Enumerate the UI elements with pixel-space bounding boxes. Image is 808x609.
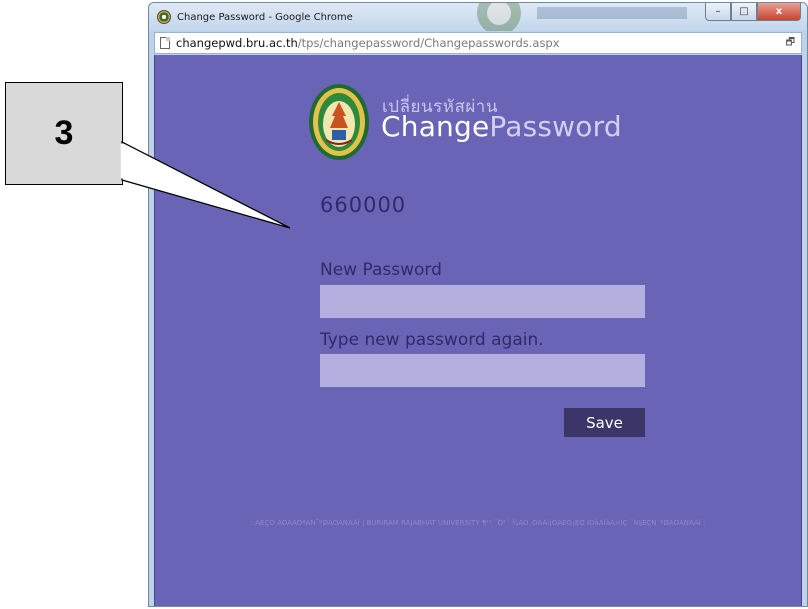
background-banner-decor xyxy=(477,3,687,31)
confirm-password-label: Type new password again. xyxy=(320,330,544,350)
url-host: changepwd.bru.ac.th xyxy=(176,36,298,50)
url-text[interactable]: changepwd.bru.ac.th/tps/changepassword/C… xyxy=(176,36,560,50)
window-controls: – □ x xyxy=(705,3,801,23)
close-button[interactable]: x xyxy=(757,3,801,21)
callout-number: 3 xyxy=(54,114,74,152)
callout-number-box: 3 xyxy=(5,82,123,185)
page-icon xyxy=(160,37,170,49)
change-password-page: เปลี่ยนรหัสผ่าน ChangePassword 660000 Ne… xyxy=(154,55,802,606)
translate-icon[interactable]: 🗗 xyxy=(786,35,795,52)
footer-text: : ÁËÇÒ ÃÔÂÃÒªÀÑ¯ºØÃÕÃÑÁÂì | BURIRAM RAJA… xyxy=(250,519,706,527)
username-display: 660000 xyxy=(320,193,407,217)
window-title: Change Password - Google Chrome xyxy=(177,11,353,23)
page-title: ChangePassword xyxy=(381,110,622,143)
maximize-button[interactable]: □ xyxy=(731,3,757,21)
page-title-change: Change xyxy=(381,110,490,143)
title-bar: Change Password - Google Chrome – □ x xyxy=(149,3,807,31)
new-password-input[interactable] xyxy=(320,285,645,318)
app-icon xyxy=(157,10,171,24)
save-button[interactable]: Save xyxy=(564,408,645,437)
url-path: /tps/changepassword/Changepasswords.aspx xyxy=(297,36,560,50)
minimize-button[interactable]: – xyxy=(705,3,731,21)
university-logo xyxy=(309,84,369,160)
new-password-label: New Password xyxy=(320,260,442,280)
browser-window: Change Password - Google Chrome – □ x ch… xyxy=(148,2,808,607)
confirm-password-input[interactable] xyxy=(320,354,645,387)
address-bar[interactable]: changepwd.bru.ac.th/tps/changepassword/C… xyxy=(154,32,802,54)
page-title-password: Password xyxy=(489,110,622,143)
